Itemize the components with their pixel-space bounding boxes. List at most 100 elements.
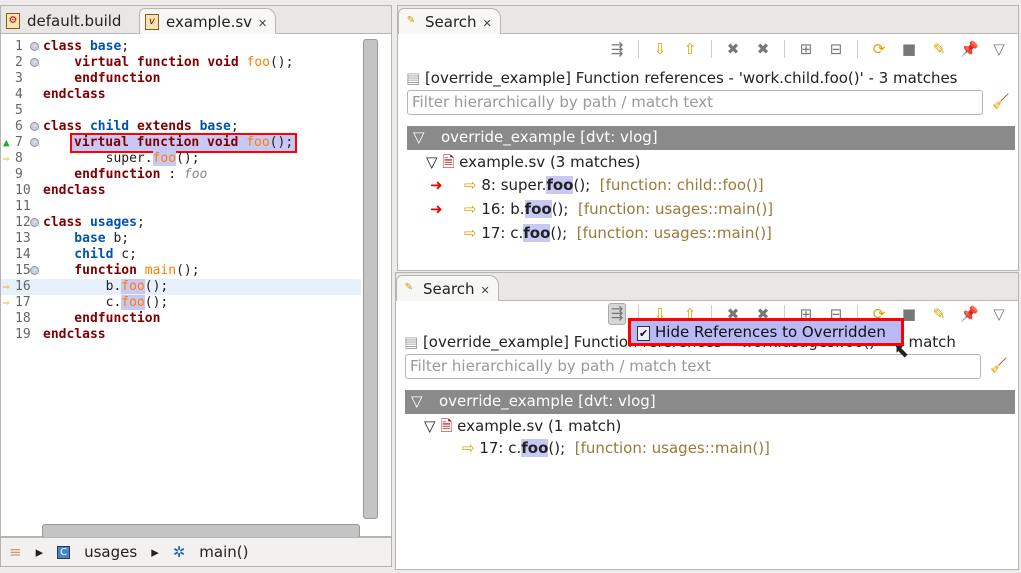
- overrides-icon[interactable]: ▲: [3, 135, 10, 151]
- checkbox-checked-icon[interactable]: ✔: [637, 326, 651, 341]
- file-label: example.sv (1 match): [457, 417, 622, 435]
- breadcrumb-usages[interactable]: usages: [84, 543, 137, 561]
- line-number: 16: [15, 279, 31, 294]
- code-line[interactable]: 1− class base;: [1, 39, 361, 55]
- fold-icon[interactable]: −: [30, 122, 39, 131]
- pin-icon[interactable]: 📌: [960, 40, 979, 58]
- fold-icon[interactable]: −: [30, 42, 39, 51]
- breadcrumb-main[interactable]: main(): [199, 543, 248, 561]
- fold-icon[interactable]: −: [30, 138, 39, 147]
- code-line[interactable]: 5: [1, 103, 361, 119]
- tab-example-sv[interactable]: v example.sv ✕: [139, 8, 277, 34]
- hide-overridden-button[interactable]: ⇶: [608, 303, 626, 325]
- code-editor[interactable]: 1− class base; 2− virtual function void fo…: [1, 39, 361, 343]
- search-view-bottom: ✎ Search ✕ ⇶ ⇩ ⇧ ✖ ✖ ⊞ ⊟ ⟳ ■ ✎ 📌 ▽ ▤ [override_ex…: [395, 272, 1019, 570]
- code-line[interactable]: 10 endclass: [1, 183, 361, 199]
- tab-label: Search: [425, 13, 477, 31]
- remove-all-icon[interactable]: ✖: [754, 40, 772, 58]
- expand-icon[interactable]: ▽: [426, 153, 442, 171]
- code-line[interactable]: 4 endclass: [1, 87, 361, 103]
- code-line[interactable]: 2− virtual function void foo();: [1, 55, 361, 71]
- code-token: c.: [43, 295, 122, 310]
- code-text: endfunction : foo: [43, 167, 207, 183]
- tree-project-row[interactable]: ▽ override_example [dvt: vlog]: [407, 126, 1015, 150]
- code-line[interactable]: 18 endfunction: [1, 311, 361, 327]
- remove-match-icon[interactable]: ✖: [724, 40, 742, 58]
- clear-filter-icon[interactable]: 🧹: [992, 94, 1009, 110]
- code-line[interactable]: 13 base b;: [1, 231, 361, 247]
- code-token: virtual function void: [74, 135, 247, 150]
- prev-match-icon[interactable]: ⇧: [681, 40, 699, 58]
- close-icon[interactable]: ✕: [481, 284, 490, 297]
- pin-icon[interactable]: 📌: [960, 305, 979, 323]
- code-line[interactable]: 3 endfunction: [1, 71, 361, 87]
- match-row[interactable]: ➜ ⇨ 8: super.foo(); [function: child::foo…: [430, 176, 764, 194]
- match-m: foo: [524, 200, 552, 218]
- tab-search[interactable]: ✎ Search ✕: [396, 275, 499, 301]
- horizontal-scrollbar[interactable]: [42, 524, 360, 538]
- line-number: 14: [15, 247, 31, 262]
- code-line[interactable]: 17 ⇨ c.foo();: [1, 295, 361, 311]
- match-row[interactable]: ⇨ 17: c.foo(); [function: usages::main()…: [464, 224, 772, 242]
- view-menu-icon[interactable]: ▽: [990, 40, 1008, 58]
- vertical-scrollbar[interactable]: [363, 39, 378, 519]
- tab-label: example.sv: [166, 13, 253, 31]
- filter-input[interactable]: Filter hierarchically by path / match te…: [407, 90, 983, 115]
- code-line[interactable]: 15− function main();: [1, 263, 361, 279]
- code-token: ;: [121, 39, 130, 54]
- match-meta: [function: usages::main()]: [565, 439, 770, 457]
- code-token: foo: [246, 135, 270, 150]
- code-text: endclass: [43, 327, 106, 343]
- tab-label: default.build: [27, 12, 122, 30]
- code-text: endclass: [43, 87, 106, 103]
- next-match-icon[interactable]: ⇩: [651, 40, 669, 58]
- code-line[interactable]: 9 endfunction : foo: [1, 167, 361, 183]
- line-number: 19: [15, 327, 31, 342]
- match-meta: [function: usages::main()]: [567, 224, 772, 242]
- code-token: b;: [113, 231, 130, 246]
- fold-icon[interactable]: −: [30, 218, 39, 227]
- code-token: foo: [121, 279, 145, 294]
- code-line[interactable]: 8 ⇨ super.foo();: [1, 151, 361, 167]
- chevron-right-icon: ▸: [151, 543, 159, 561]
- code-line[interactable]: 11: [1, 199, 361, 215]
- refresh-icon[interactable]: ⟳: [870, 40, 888, 58]
- view-menu-icon[interactable]: ▽: [990, 305, 1008, 323]
- match-row[interactable]: ➜ ⇨ 16: b.foo(); [function: usages::main(…: [430, 200, 773, 218]
- code-token: class: [43, 215, 90, 230]
- history-icon[interactable]: ✎: [930, 40, 948, 58]
- match-row[interactable]: ⇨ 17: c.foo(); [function: usages::main()…: [462, 439, 770, 457]
- tab-default-build[interactable]: ⚙ default.build: [1, 8, 129, 34]
- code-line[interactable]: 12− class usages;: [1, 215, 361, 231]
- code-text: super.foo();: [43, 151, 200, 167]
- hide-overridden-menu-item[interactable]: ✔ Hide References to Overridden: [628, 318, 904, 346]
- expand-icon[interactable]: ▽: [411, 392, 423, 410]
- tree-project-row[interactable]: ▽ override_example [dvt: vlog]: [405, 390, 1015, 414]
- menu-item-label: Hide References to Overridden: [655, 323, 886, 341]
- code-line[interactable]: 7− ▲ virtual function void foo();: [1, 133, 361, 153]
- code-token: main: [144, 263, 177, 278]
- match-post: ();: [550, 224, 568, 242]
- match-m: foo: [546, 176, 574, 194]
- history-icon[interactable]: ✎: [930, 305, 948, 323]
- file-label: example.sv (3 matches): [459, 153, 641, 171]
- match-meta: [function: child::foo()]: [590, 176, 764, 194]
- expand-icon[interactable]: ▽: [413, 128, 425, 146]
- fold-icon[interactable]: −: [30, 58, 39, 67]
- fold-icon[interactable]: −: [30, 266, 39, 275]
- close-icon[interactable]: ✕: [483, 17, 492, 30]
- code-line[interactable]: 19 endclass: [1, 327, 361, 343]
- tab-search[interactable]: ✎ Search ✕: [398, 8, 501, 34]
- close-icon[interactable]: ✕: [258, 17, 267, 30]
- expand-all-icon[interactable]: ⊞: [797, 40, 815, 58]
- expand-icon[interactable]: ▽: [424, 417, 440, 435]
- tree-file-row[interactable]: ▽ 🗎 example.sv (3 matches): [426, 152, 640, 177]
- match-icon: ⇨: [464, 176, 482, 194]
- code-token: ();: [144, 295, 169, 310]
- collapse-all-icon[interactable]: ⊟: [827, 40, 845, 58]
- hide-overridden-button[interactable]: ⇶: [608, 40, 626, 58]
- clear-filter-icon[interactable]: 🧹: [990, 358, 1007, 374]
- code-line[interactable]: 14 child c;: [1, 247, 361, 263]
- tree-file-row[interactable]: ▽ 🗎 example.sv (1 match): [424, 416, 621, 441]
- code-line[interactable]: 16 ⇨ b.foo();: [1, 279, 361, 295]
